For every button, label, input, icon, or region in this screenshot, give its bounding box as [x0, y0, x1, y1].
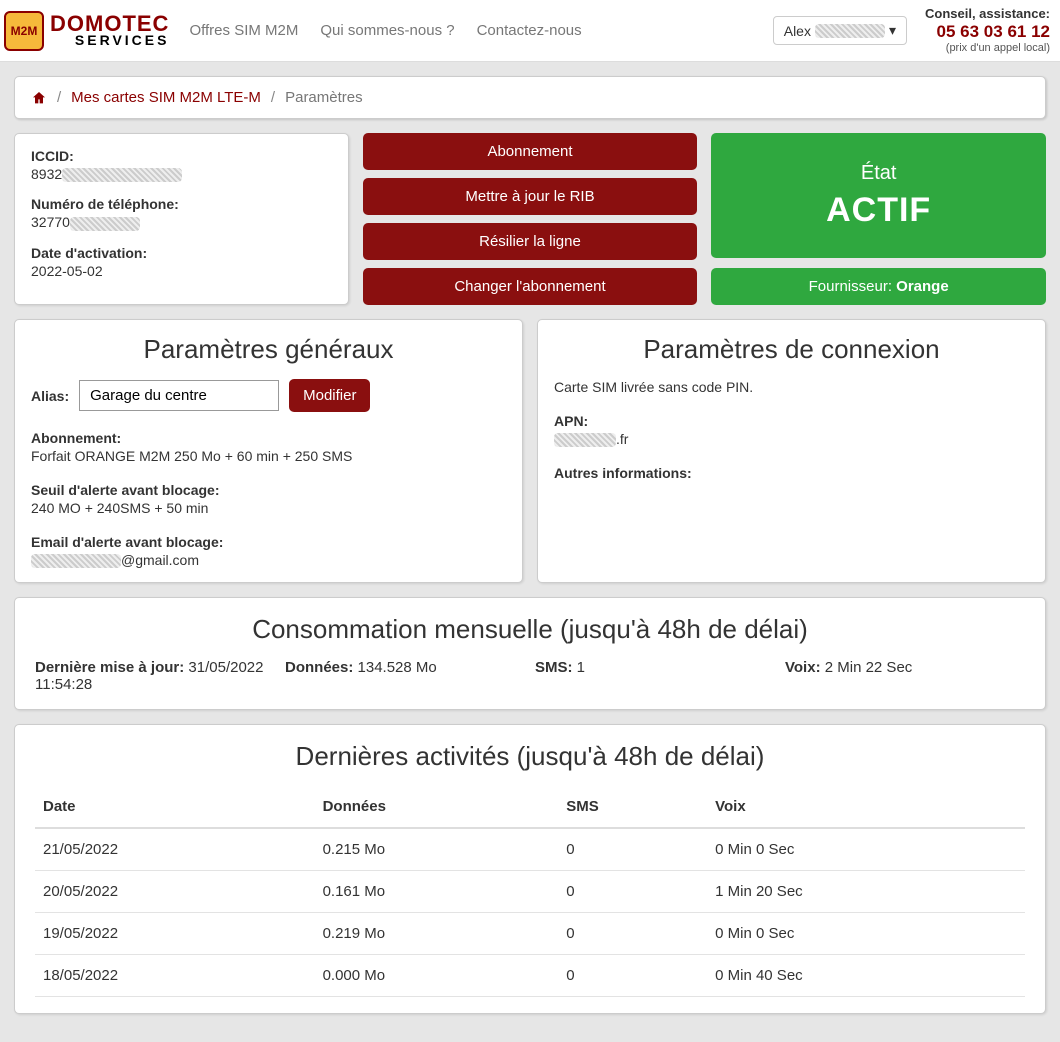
- consumption-sms: SMS: 1: [535, 659, 775, 693]
- state-title: État: [861, 162, 897, 185]
- breadcrumb-current: Paramètres: [285, 89, 363, 106]
- general-params-card: Paramètres généraux Alias: Modifier Abon…: [14, 319, 523, 583]
- col-date: Date: [35, 786, 315, 828]
- breadcrumb: / Mes cartes SIM M2M LTE-M / Paramètres: [14, 76, 1046, 119]
- col-voice: Voix: [707, 786, 1025, 828]
- modify-alias-button[interactable]: Modifier: [289, 379, 370, 412]
- action-buttons-column: Abonnement Mettre à jour le RIB Résilier…: [363, 133, 698, 305]
- breadcrumb-link-sim[interactable]: Mes cartes SIM M2M LTE-M: [71, 89, 261, 106]
- threshold-value: 240 MO + 240SMS + 50 min: [31, 500, 506, 516]
- connection-params-title: Paramètres de connexion: [554, 334, 1029, 365]
- apn-value: .fr: [554, 431, 1029, 447]
- alias-input[interactable]: [79, 380, 279, 411]
- threshold-label: Seuil d'alerte avant blocage:: [31, 482, 506, 498]
- table-row: 20/05/20220.161 Mo01 Min 20 Sec: [35, 871, 1025, 913]
- col-data: Données: [315, 786, 559, 828]
- iccid-value: 8932: [31, 166, 332, 182]
- user-menu[interactable]: Alex ▾: [773, 16, 907, 45]
- consumption-updated: Dernière mise à jour: 31/05/2022 11:54:2…: [35, 659, 275, 693]
- cell-voice: 0 Min 0 Sec: [707, 913, 1025, 955]
- cell-sms: 0: [558, 913, 707, 955]
- subscription-button[interactable]: Abonnement: [363, 133, 698, 170]
- cell-date: 18/05/2022: [35, 955, 315, 997]
- update-rib-button[interactable]: Mettre à jour le RIB: [363, 178, 698, 215]
- phone-label: Numéro de téléphone:: [31, 196, 332, 212]
- breadcrumb-sep: /: [57, 89, 61, 106]
- state-column: État ACTIF Fournisseur: Orange: [711, 133, 1046, 305]
- iccid-label: ICCID:: [31, 148, 332, 164]
- cell-data: 0.161 Mo: [315, 871, 559, 913]
- table-row: 19/05/20220.219 Mo00 Min 0 Sec: [35, 913, 1025, 955]
- subscription-value: Forfait ORANGE M2M 250 Mo + 60 min + 250…: [31, 448, 506, 464]
- alert-email-value: @gmail.com: [31, 552, 506, 568]
- subscription-label: Abonnement:: [31, 430, 506, 446]
- terminate-line-button[interactable]: Résilier la ligne: [363, 223, 698, 260]
- state-value: ACTIF: [826, 191, 931, 230]
- other-info-label: Autres informations:: [554, 465, 1029, 481]
- cell-data: 0.000 Mo: [315, 955, 559, 997]
- cell-date: 21/05/2022: [35, 828, 315, 871]
- activities-table: Date Données SMS Voix 21/05/20220.215 Mo…: [35, 786, 1025, 997]
- activation-label: Date d'activation:: [31, 245, 332, 261]
- provider-value: Orange: [896, 278, 949, 295]
- activities-title: Dernières activités (jusqu'à 48h de déla…: [35, 741, 1025, 772]
- nav-about[interactable]: Qui sommes-nous ?: [320, 22, 454, 39]
- nav-offres[interactable]: Offres SIM M2M: [189, 22, 298, 39]
- pin-note: Carte SIM livrée sans code PIN.: [554, 379, 1029, 395]
- change-subscription-button[interactable]: Changer l'abonnement: [363, 268, 698, 305]
- cell-date: 20/05/2022: [35, 871, 315, 913]
- sim-info-card: ICCID: 8932 Numéro de téléphone: 32770 D…: [14, 133, 349, 305]
- cell-voice: 0 Min 0 Sec: [707, 828, 1025, 871]
- col-sms: SMS: [558, 786, 707, 828]
- nav-links: Offres SIM M2M Qui sommes-nous ? Contact…: [189, 22, 581, 39]
- nav-contact[interactable]: Contactez-nous: [477, 22, 582, 39]
- contact-label: Conseil, assistance:: [925, 6, 1050, 22]
- logo-line2: SERVICES: [50, 34, 169, 47]
- home-icon[interactable]: [31, 90, 47, 106]
- table-row: 18/05/20220.000 Mo00 Min 40 Sec: [35, 955, 1025, 997]
- contact-note: (prix d'un appel local): [925, 42, 1050, 55]
- consumption-title: Consommation mensuelle (jusqu'à 48h de d…: [35, 614, 1025, 645]
- apn-label: APN:: [554, 413, 1029, 429]
- cell-sms: 0: [558, 955, 707, 997]
- cell-sms: 0: [558, 871, 707, 913]
- cell-sms: 0: [558, 828, 707, 871]
- alert-email-label: Email d'alerte avant blocage:: [31, 534, 506, 550]
- provider-box: Fournisseur: Orange: [711, 268, 1046, 305]
- consumption-data: Données: 134.528 Mo: [285, 659, 525, 693]
- state-box: État ACTIF: [711, 133, 1046, 258]
- table-row: 21/05/20220.215 Mo00 Min 0 Sec: [35, 828, 1025, 871]
- connection-params-card: Paramètres de connexion Carte SIM livrée…: [537, 319, 1046, 583]
- user-name-redacted: [815, 24, 885, 38]
- breadcrumb-sep: /: [271, 89, 275, 106]
- logo-text: DOMOTEC SERVICES: [50, 14, 169, 46]
- provider-label: Fournisseur:: [809, 278, 897, 295]
- chevron-down-icon: ▾: [889, 22, 896, 39]
- cell-date: 19/05/2022: [35, 913, 315, 955]
- user-name-prefix: Alex: [784, 23, 811, 39]
- top-navbar: M2M DOMOTEC SERVICES Offres SIM M2M Qui …: [0, 0, 1060, 62]
- logo-chip-icon: M2M: [4, 11, 44, 51]
- consumption-voice: Voix: 2 Min 22 Sec: [785, 659, 1025, 693]
- brand-logo[interactable]: M2M DOMOTEC SERVICES: [4, 11, 169, 51]
- cell-data: 0.215 Mo: [315, 828, 559, 871]
- alias-label: Alias:: [31, 388, 69, 404]
- activation-value: 2022-05-02: [31, 263, 332, 279]
- cell-voice: 0 Min 40 Sec: [707, 955, 1025, 997]
- contact-phone: 05 63 03 61 12: [925, 22, 1050, 42]
- cell-data: 0.219 Mo: [315, 913, 559, 955]
- cell-voice: 1 Min 20 Sec: [707, 871, 1025, 913]
- general-params-title: Paramètres généraux: [31, 334, 506, 365]
- contact-block: Conseil, assistance: 05 63 03 61 12 (pri…: [925, 6, 1050, 55]
- consumption-card: Consommation mensuelle (jusqu'à 48h de d…: [14, 597, 1046, 710]
- phone-value: 32770: [31, 214, 332, 230]
